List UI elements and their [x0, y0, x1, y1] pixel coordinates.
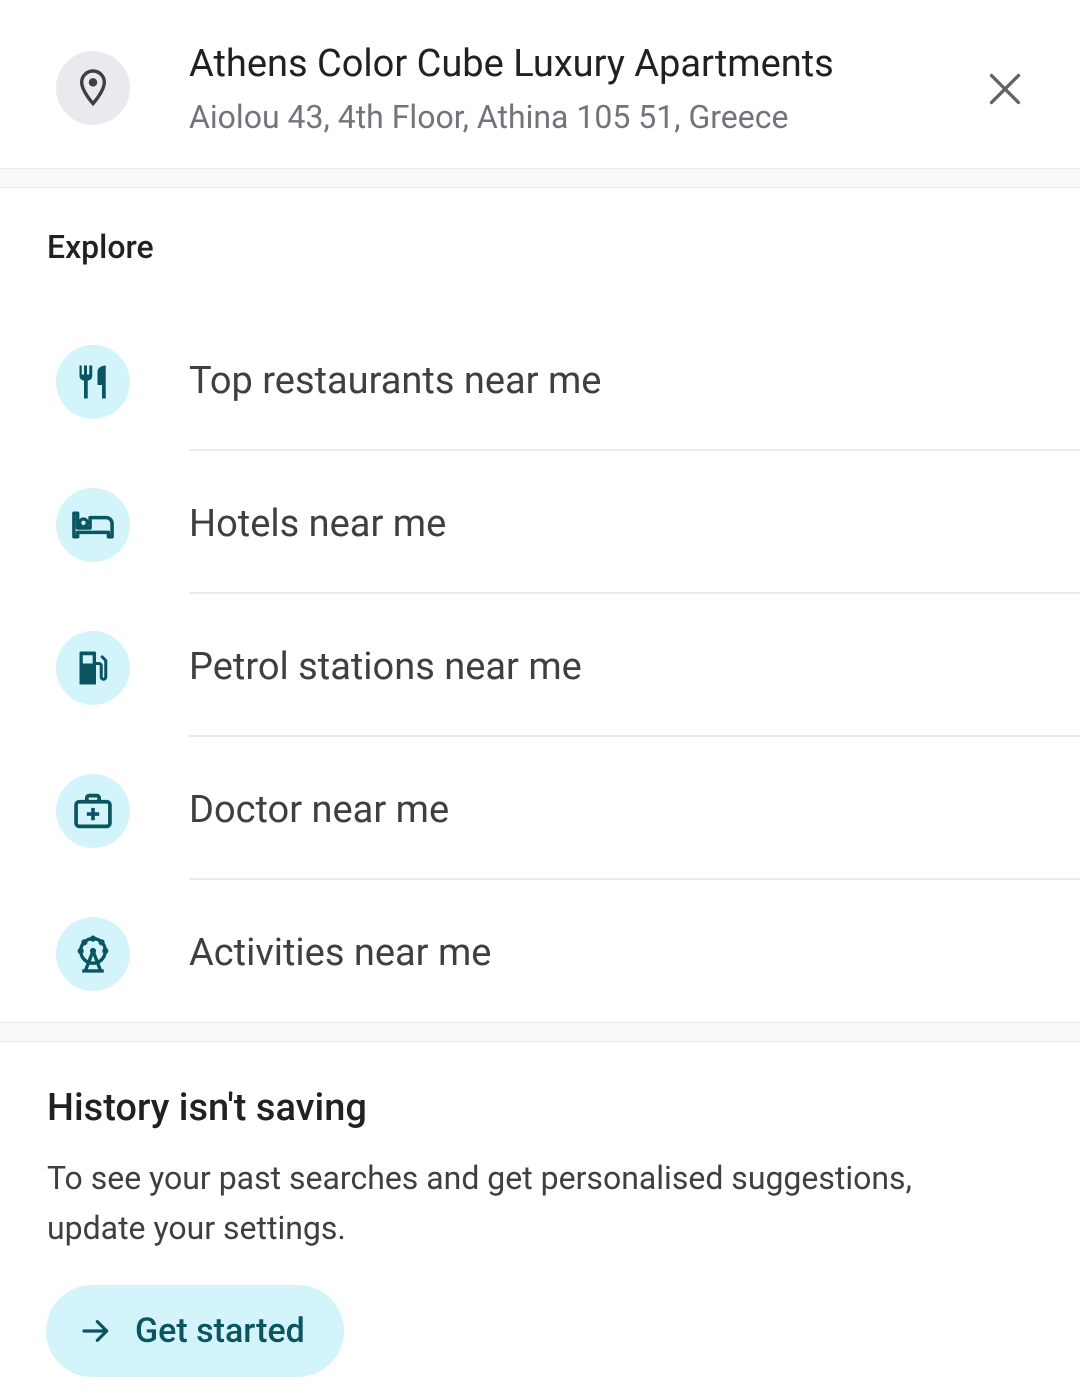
- medical-bag-icon: [56, 774, 130, 848]
- place-address: Aiolou 43, 4th Floor, Athina 105 51, Gre…: [189, 98, 789, 136]
- explore-item-label: Petrol stations near me: [189, 645, 582, 689]
- place-card[interactable]: Athens Color Cube Luxury Apartments Aiol…: [0, 0, 1080, 168]
- explore-item-label: Doctor near me: [189, 788, 450, 832]
- explore-item-label: Top restaurants near me: [189, 359, 602, 403]
- history-description: To see your past searches and get person…: [47, 1159, 912, 1247]
- get-started-label: Get started: [135, 1311, 305, 1351]
- history-heading: History isn't saving: [47, 1086, 367, 1130]
- explore-item-hotels[interactable]: Hotels near me: [0, 451, 1080, 594]
- section-divider: [0, 168, 1080, 188]
- get-started-button[interactable]: Get started: [46, 1285, 344, 1377]
- explore-item-activities[interactable]: Activities near me: [0, 880, 1080, 1023]
- hotel-bed-icon: [56, 488, 130, 562]
- explore-item-label: Activities near me: [189, 931, 492, 975]
- explore-item-petrol[interactable]: Petrol stations near me: [0, 594, 1080, 737]
- arrow-right-icon: [76, 1311, 116, 1351]
- place-title: Athens Color Cube Luxury Apartments: [189, 42, 834, 86]
- close-icon[interactable]: [976, 60, 1034, 118]
- section-divider: [0, 1022, 1080, 1042]
- restaurant-icon: [56, 345, 130, 419]
- explore-item-label: Hotels near me: [189, 502, 447, 546]
- explore-heading: Explore: [47, 228, 154, 266]
- explore-item-restaurants[interactable]: Top restaurants near me: [0, 308, 1080, 451]
- location-pin-icon: [56, 51, 130, 125]
- fuel-pump-icon: [56, 631, 130, 705]
- explore-item-doctor[interactable]: Doctor near me: [0, 737, 1080, 880]
- ferris-wheel-icon: [56, 917, 130, 991]
